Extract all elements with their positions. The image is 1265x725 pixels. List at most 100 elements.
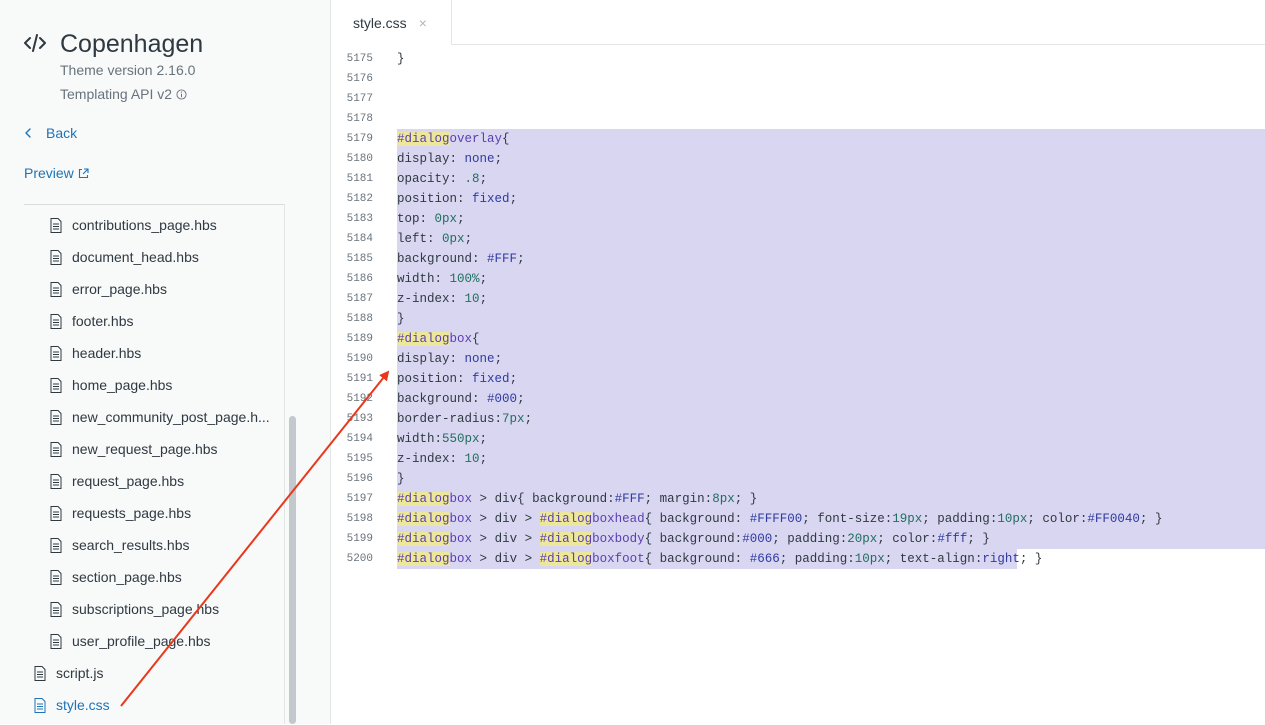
code-line[interactable]: 5197 #dialogbox > div{ background:#FFF; m… <box>331 489 1265 509</box>
templating-api-label: Templating API v2 <box>60 86 173 102</box>
code-text: } <box>397 52 405 66</box>
line-number: 5196 <box>346 473 373 485</box>
selection-highlight <box>397 349 1265 369</box>
code-line[interactable]: 5177 <box>331 89 1265 109</box>
code-line[interactable]: 5191 position: fixed; <box>331 369 1265 389</box>
selection-highlight <box>397 369 1265 389</box>
file-item[interactable]: footer.hbs <box>50 309 134 333</box>
back-label: Back <box>46 125 78 141</box>
code-editor[interactable]: 5175} 5176 5177 5178 5179 #dialogoverlay{ 5180… <box>331 45 1265 724</box>
preview-link[interactable]: Preview <box>24 165 89 181</box>
code-line[interactable]: 5194 width:550px; <box>331 429 1265 449</box>
selection-highlight <box>397 449 1265 469</box>
code-line[interactable]: 5181 opacity: .8; <box>331 169 1265 189</box>
code-text: #dialogoverlay{ <box>397 132 510 146</box>
code-line[interactable]: 5189 #dialogbox{ <box>331 329 1265 349</box>
code-line[interactable]: 5188} <box>331 309 1265 329</box>
file-icon <box>50 249 62 265</box>
line-number: 5192 <box>346 393 373 405</box>
code-line[interactable]: 5192 background: #000; <box>331 389 1265 409</box>
selection-highlight <box>397 129 1265 149</box>
file-icon <box>34 697 46 713</box>
code-line[interactable]: 5183 top: 0px; <box>331 209 1265 229</box>
code-line[interactable]: 5193 border-radius:7px; <box>331 409 1265 429</box>
file-icon <box>50 281 62 297</box>
line-number: 5179 <box>346 133 373 145</box>
file-item[interactable]: error_page.hbs <box>50 277 167 301</box>
line-number: 5183 <box>346 213 373 225</box>
line-number: 5182 <box>346 193 373 205</box>
code-line[interactable]: 5179 #dialogoverlay{ <box>331 129 1265 149</box>
file-item[interactable]: style.css <box>34 693 110 717</box>
file-label: search_results.hbs <box>72 537 190 553</box>
file-item[interactable]: header.hbs <box>50 341 141 365</box>
file-item[interactable]: script.js <box>34 661 103 685</box>
file-item[interactable]: request_page.hbs <box>50 469 184 493</box>
file-item[interactable]: section_page.hbs <box>50 565 182 589</box>
file-item[interactable]: new_request_page.hbs <box>50 437 218 461</box>
code-line[interactable]: 5200 #dialogbox > div > #dialogboxfoot{ b… <box>331 549 1265 569</box>
line-number: 5190 <box>346 353 373 365</box>
file-item[interactable]: search_results.hbs <box>50 533 190 557</box>
file-label: home_page.hbs <box>72 377 173 393</box>
file-icon <box>50 537 62 553</box>
preview-label: Preview <box>24 165 74 181</box>
code-line[interactable]: 5175} <box>331 49 1265 69</box>
code-line[interactable]: 5186 width: 100%; <box>331 269 1265 289</box>
file-label: style.css <box>56 697 110 713</box>
file-label: new_community_post_page.h... <box>72 409 270 425</box>
selection-highlight <box>397 389 1265 409</box>
line-number: 5187 <box>346 293 373 305</box>
code-line[interactable]: 5198 #dialogbox > div > #dialogboxhead{ b… <box>331 509 1265 529</box>
back-link[interactable]: Back <box>24 125 77 141</box>
file-tree-scrollbar[interactable] <box>284 204 300 724</box>
code-text: width:550px; <box>397 432 488 446</box>
scrollbar-thumb[interactable] <box>289 416 296 724</box>
line-number: 5184 <box>346 233 373 245</box>
code-line[interactable]: 5184 left: 0px; <box>331 229 1265 249</box>
file-item[interactable]: user_profile_page.hbs <box>50 629 211 653</box>
line-number: 5180 <box>346 153 373 165</box>
selection-highlight <box>397 289 1265 309</box>
file-label: document_head.hbs <box>72 249 199 265</box>
line-number: 5176 <box>346 73 373 85</box>
line-number: 5195 <box>346 453 373 465</box>
code-text: #dialogbox > div > #dialogboxhead{ backg… <box>397 512 1163 526</box>
code-line[interactable]: 5195 z-index: 10; <box>331 449 1265 469</box>
code-text: #dialogbox > div > #dialogboxfoot{ backg… <box>397 552 1043 566</box>
code-line[interactable]: 5185 background: #FFF; <box>331 249 1265 269</box>
external-link-icon <box>78 167 89 178</box>
line-number: 5191 <box>346 373 373 385</box>
close-icon[interactable]: × <box>419 15 427 31</box>
code-text: position: fixed; <box>397 372 518 386</box>
selection-highlight <box>397 209 1265 229</box>
tab-style-css[interactable]: style.css × <box>331 0 452 45</box>
code-line[interactable]: 5176 <box>331 69 1265 89</box>
code-line[interactable]: 5182 position: fixed; <box>331 189 1265 209</box>
code-line[interactable]: 5196} <box>331 469 1265 489</box>
selection-highlight <box>397 189 1265 209</box>
code-line[interactable]: 5190 display: none; <box>331 349 1265 369</box>
file-item[interactable]: home_page.hbs <box>50 373 172 397</box>
selection-highlight <box>397 269 1265 289</box>
file-item[interactable]: document_head.hbs <box>50 245 199 269</box>
file-label: header.hbs <box>72 345 142 361</box>
selection-highlight <box>397 469 1265 489</box>
info-icon[interactable] <box>176 88 187 100</box>
code-line[interactable]: 5199 #dialogbox > div > #dialogboxbody{ b… <box>331 529 1265 549</box>
tab-label: style.css <box>353 14 407 31</box>
selection-highlight <box>397 429 1265 449</box>
code-line[interactable]: 5178 <box>331 109 1265 129</box>
file-item[interactable]: contributions_page.hbs <box>50 213 217 237</box>
file-item[interactable]: requests_page.hbs <box>50 501 191 525</box>
code-text: #dialogbox{ <box>397 332 480 346</box>
code-icon <box>24 34 46 52</box>
code-text: display: none; <box>397 152 503 166</box>
file-item[interactable]: subscriptions_page.hbs <box>50 597 219 621</box>
file-icon <box>50 313 62 329</box>
file-item[interactable]: new_community_post_page.h... <box>50 405 270 429</box>
code-line[interactable]: 5180 display: none; <box>331 149 1265 169</box>
code-line[interactable]: 5187 z-index: 10; <box>331 289 1265 309</box>
code-text: background: #000; <box>397 392 525 406</box>
selection-highlight <box>397 169 1265 189</box>
